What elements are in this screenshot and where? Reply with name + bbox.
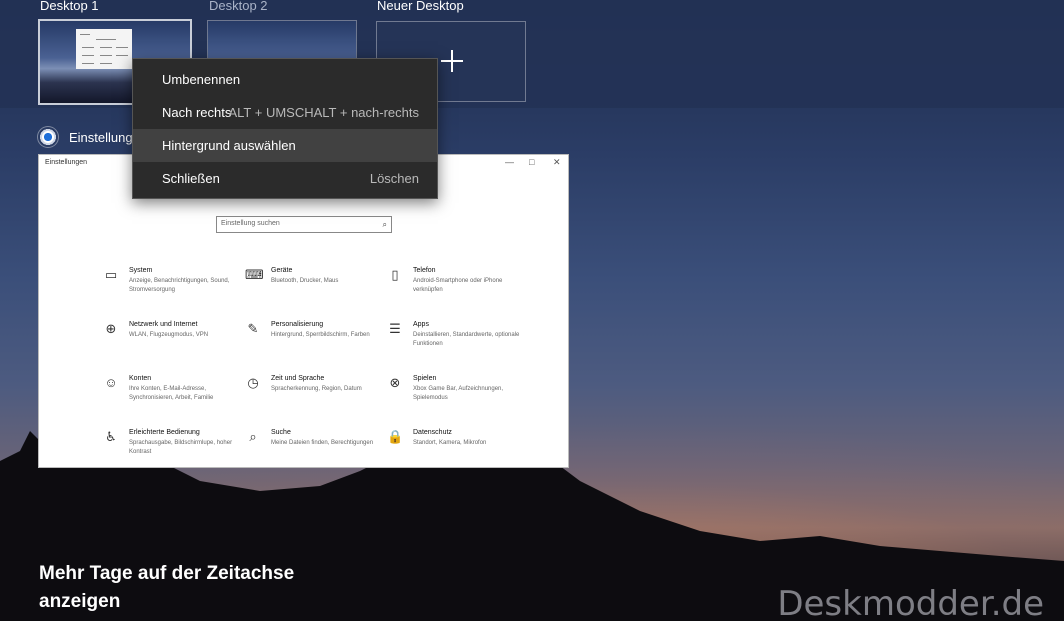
settings-tile-description: Android-Smartphone oder iPhone verknüpfe… [413,278,503,293]
settings-tile[interactable]: ⊗ Spielen Xbox Game Bar, Aufzeichnungen, S… [387,375,527,415]
timeline-link-line2: anzeigen [39,591,121,612]
search-icon: ⌕ [382,220,387,229]
settings-tile[interactable]: ⌨ Geräte Bluetooth, Drucker, Maus [245,267,385,307]
plus-icon [441,50,463,72]
settings-tile[interactable]: ▯ Telefon Android-Smartphone oder iPhone v… [387,267,527,307]
settings-search-input[interactable]: Einstellung suchen ⌕ [216,216,392,233]
menu-item-rename[interactable]: Umbenennen [133,63,437,96]
brush-icon: ✎ [247,321,259,336]
settings-tile-title: Suche [271,429,291,436]
settings-tile-description: Sprachausgabe, Bildschirmlupe, hoher Kon… [129,440,233,455]
settings-tile-title: Zeit und Sprache [271,375,325,382]
minimize-icon[interactable]: — [505,157,514,167]
settings-tile-description: Deinstallieren, Standardwerte, optionale… [413,332,520,347]
settings-tile[interactable]: ☺ Konten Ihre Konten, E-Mail-Adresse, Sync… [103,375,243,415]
settings-tile-description: Anzeige, Benachrichtigungen, Sound, Stro… [129,278,230,293]
menu-item-label: Nach rechts [162,105,232,120]
menu-item-label: Schließen [162,171,220,186]
menu-item-label: Hintergrund auswählen [162,138,296,153]
settings-tile-title: System [129,267,153,274]
search-placeholder: Einstellung suchen [221,220,280,227]
new-desktop-label: Neuer Desktop [377,0,464,13]
settings-tile-description: Hintergrund, Sperrbildschirm, Farben [271,332,370,338]
watermark-logo: Deskmodder.de [777,584,1044,621]
settings-tile-title: Geräte [271,267,293,274]
settings-tile[interactable]: ⊕ Netzwerk und Internet WLAN, Flugzeugmodu… [103,321,243,361]
settings-tile-description: Bluetooth, Drucker, Maus [271,278,339,284]
window-caption[interactable]: Einstellungen [38,127,147,147]
settings-tile[interactable]: ⌕ Suche Meine Dateien finden, Berechtigung… [245,429,385,469]
timeline-link-line1: Mehr Tage auf der Zeitachse [39,563,295,584]
menu-item-shortcut: Löschen [369,171,419,186]
settings-tile-title: Telefon [413,267,436,274]
devices-icon: ⌨ [245,267,264,282]
settings-tile[interactable]: ♿ Erleichterte Bedienung Sprachausgabe, Bi… [103,429,243,469]
menu-item-shortcut: ALT + UMSCHALT + nach-rechts [228,105,420,120]
time-language-icon: ◷ [247,375,259,390]
person-icon: ☺ [104,375,118,390]
laptop-icon: ▭ [104,267,118,282]
timeline-more-days-link[interactable]: Mehr Tage auf der Zeitachse anzeigen [39,560,294,616]
apps-icon: ☰ [389,321,401,336]
desktop-1-label: Desktop 1 [40,0,99,13]
settings-tile-description: Meine Dateien finden, Berechtigungen [271,440,374,446]
phone-icon: ▯ [391,267,399,282]
settings-tile-title: Datenschutz [413,429,452,436]
gear-icon [38,127,58,147]
settings-tile-description: Xbox Game Bar, Aufzeichnungen, Spielemod… [413,386,504,401]
thumbnail-window [76,29,132,69]
desktop-2-label: Desktop 2 [209,0,268,13]
search-icon: ⌕ [249,429,257,444]
lock-icon: 🔒 [387,429,404,444]
settings-tile-description: Spracherkennung, Region, Datum [271,386,362,392]
settings-tile[interactable]: ☰ Apps Deinstallieren, Standardwerte, opti… [387,321,527,361]
accessibility-icon: ♿ [105,429,117,444]
settings-tile-title: Spielen [413,375,437,382]
menu-item-close[interactable]: Schließen Löschen [133,162,437,195]
settings-tile-title: Erleichterte Bedienung [129,429,200,436]
settings-tile[interactable]: 🔒 Datenschutz Standort, Kamera, Mikrofon [387,429,527,469]
settings-tile[interactable]: ◷ Zeit und Sprache Spracherkennung, Region… [245,375,385,415]
settings-tile[interactable]: ▭ System Anzeige, Benachrichtigungen, Soun… [103,267,243,307]
settings-tile-description: Standort, Kamera, Mikrofon [413,440,487,446]
xbox-icon: ⊗ [389,375,401,390]
globe-icon: ⊕ [105,321,117,336]
settings-window-preview[interactable]: Einstellungen — □ ✕ Einstellung suchen ⌕… [38,154,569,468]
settings-tile-title: Apps [413,321,429,328]
settings-tile-title: Personalisierung [271,321,324,328]
menu-item-label: Umbenennen [162,72,241,87]
close-icon[interactable]: ✕ [553,157,561,168]
settings-tile-description: Ihre Konten, E-Mail-Adresse, Synchronisi… [129,386,214,401]
maximize-icon[interactable]: □ [529,157,534,167]
desktop-context-menu: Umbenennen Nach rechts ALT + UMSCHALT + … [132,58,438,199]
menu-item-choose-background[interactable]: Hintergrund auswählen [133,129,437,162]
settings-tile-title: Konten [129,375,152,382]
settings-tile-title: Netzwerk und Internet [129,321,198,328]
window-title: Einstellungen [45,159,88,166]
settings-tile-description: WLAN, Flugzeugmodus, VPN [129,332,209,338]
settings-tile[interactable]: ✎ Personalisierung Hintergrund, Sperrbilds… [245,321,385,361]
menu-item-move-right[interactable]: Nach rechts ALT + UMSCHALT + nach-rechts [133,96,437,129]
